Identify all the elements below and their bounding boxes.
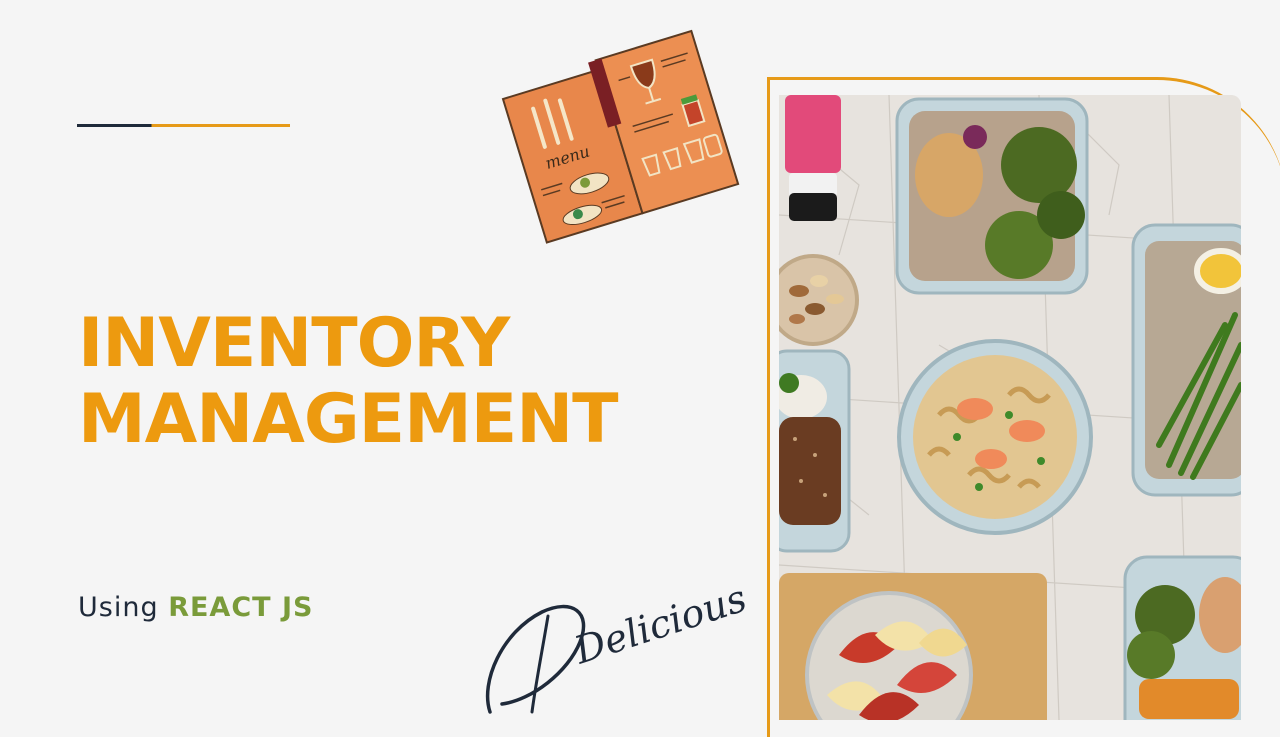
subtitle-tech: REACT JS: [168, 592, 314, 623]
menu-book-illustration: menu: [498, 4, 743, 253]
script-word-delicious: Delicious: [462, 572, 762, 724]
title-line-2: MANAGEMENT: [78, 380, 619, 459]
page-title: INVENTORY MANAGEMENT: [78, 304, 619, 459]
subtitle-prefix: Using: [78, 592, 159, 623]
subtitle: Using REACT JS: [78, 592, 313, 623]
script-word-text: Delicious: [568, 576, 751, 673]
accent-line: [77, 124, 290, 127]
title-line-1: INVENTORY: [78, 304, 510, 383]
meal-prep-photo: [779, 95, 1241, 720]
